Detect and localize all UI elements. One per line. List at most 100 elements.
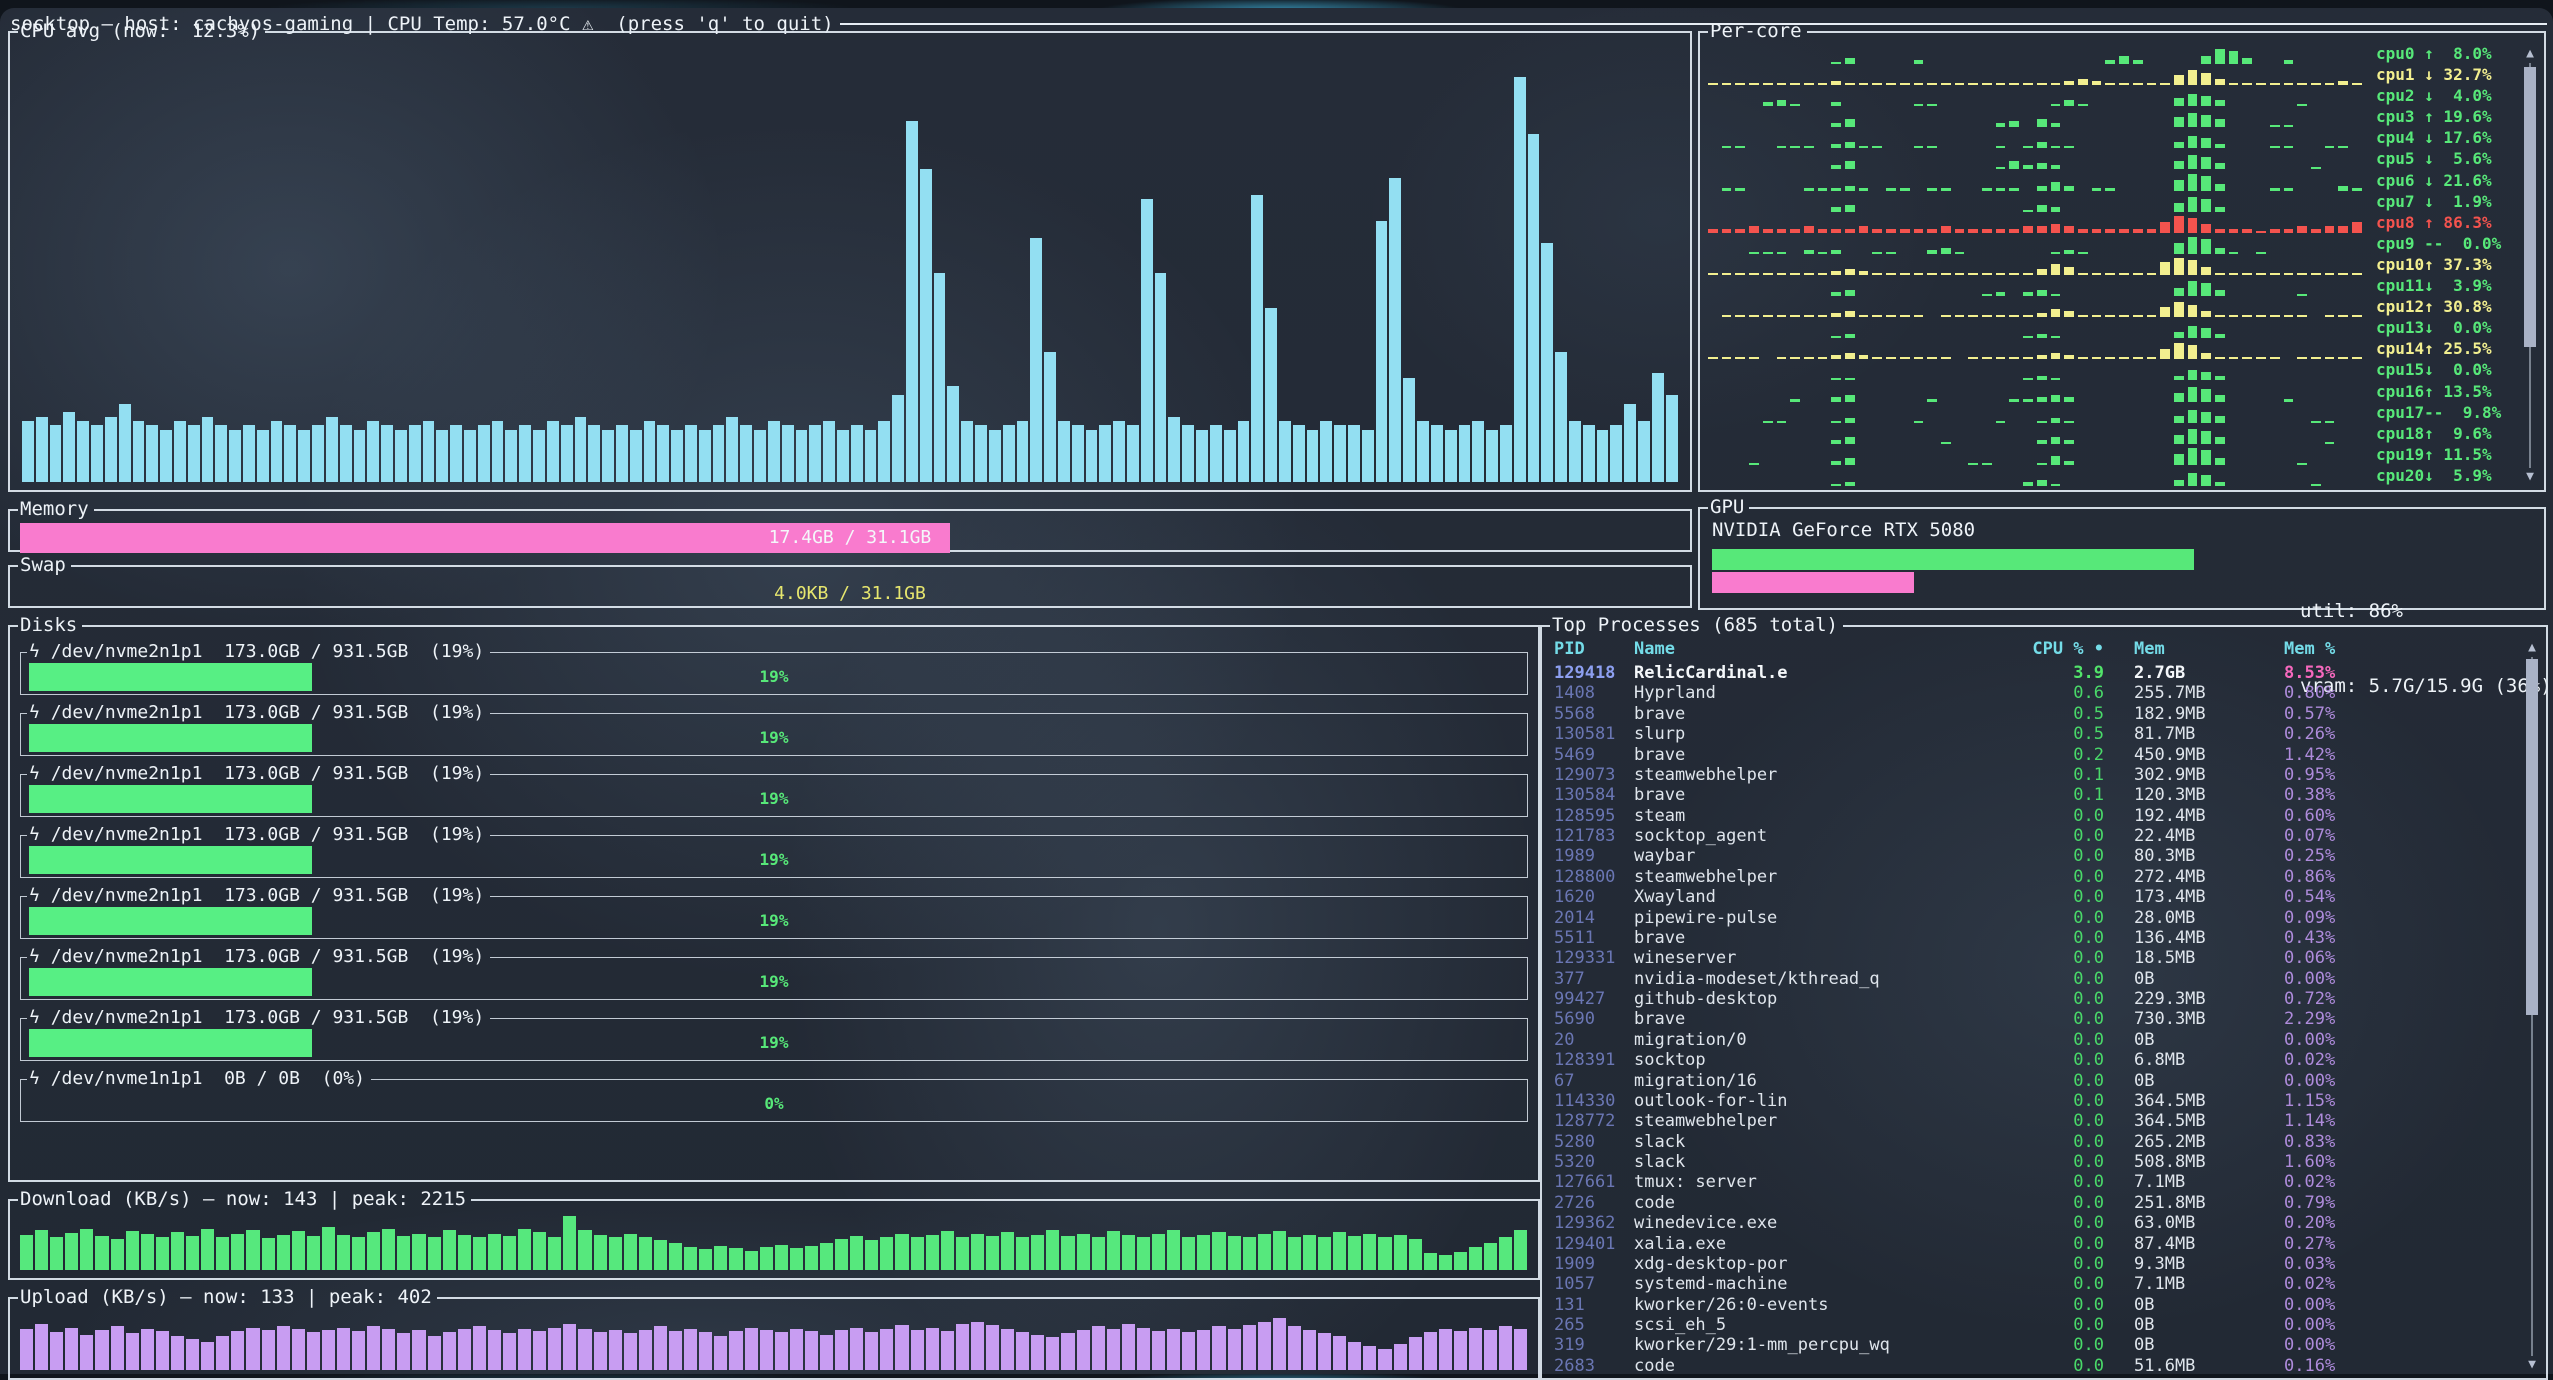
chart-bar	[473, 1326, 486, 1370]
chart-bar	[1394, 1344, 1407, 1370]
chart-bar	[1046, 1230, 1059, 1270]
process-row[interactable]: 1909xdg-desktop-por0.09.3MB0.03%	[1554, 1254, 2516, 1274]
chart-bar	[865, 1240, 878, 1270]
chart-bar	[1003, 425, 1015, 482]
process-row[interactable]: 5280slack0.0265.2MB0.83%	[1554, 1132, 2516, 1152]
chart-bar	[492, 421, 504, 482]
process-row[interactable]: 128800steamwebhelper0.0272.4MB0.86%	[1554, 867, 2516, 887]
chart-bar	[174, 421, 186, 482]
chart-bar	[141, 1329, 154, 1370]
process-row[interactable]: 129331wineserver0.018.5MB0.06%	[1554, 948, 2516, 968]
process-row[interactable]: 67migration/160.00B0.00%	[1554, 1071, 2516, 1091]
chart-bar	[340, 425, 352, 482]
process-row[interactable]: 129073steamwebhelper0.1302.9MB0.95%	[1554, 765, 2516, 785]
process-row[interactable]: 5568brave0.5182.9MB0.57%	[1554, 704, 2516, 724]
scroll-up-icon[interactable]: ▲	[2524, 641, 2540, 655]
chart-bar	[50, 1332, 63, 1370]
process-row[interactable]: 129401xalia.exe0.087.4MB0.27%	[1554, 1234, 2516, 1254]
chart-bar	[381, 425, 393, 482]
process-row[interactable]: 129362winedevice.exe0.063.0MB0.20%	[1554, 1213, 2516, 1233]
process-row[interactable]: 5690brave0.0730.3MB2.29%	[1554, 1009, 2516, 1029]
chart-bar	[63, 412, 75, 482]
process-mempct: 0.02%	[2254, 1050, 2384, 1070]
scroll-down-icon[interactable]: ▼	[2524, 1358, 2540, 1372]
core-row: cpu0 ↑ 8.0%	[1708, 43, 2504, 64]
process-row[interactable]: 121783socktop_agent0.022.4MB0.07%	[1554, 826, 2516, 846]
core-sparkline	[1708, 444, 2362, 465]
process-row[interactable]: 5511brave0.0136.4MB0.43%	[1554, 928, 2516, 948]
chart-bar	[1293, 425, 1305, 482]
process-row[interactable]: 5320slack0.0508.8MB1.60%	[1554, 1152, 2516, 1172]
chart-bar	[729, 1331, 742, 1370]
process-row[interactable]: 128595steam0.0192.4MB0.60%	[1554, 806, 2516, 826]
process-row[interactable]: 131kworker/26:0-events0.00B0.00%	[1554, 1295, 2516, 1315]
scrollbar-thumb[interactable]	[2526, 659, 2538, 1015]
process-row[interactable]: 114330outlook-for-lin0.0364.5MB1.15%	[1554, 1091, 2516, 1111]
process-row[interactable]: 1620Xwayland0.0173.4MB0.54%	[1554, 887, 2516, 907]
scroll-down-icon[interactable]: ▼	[2522, 470, 2538, 484]
chart-bar	[352, 1331, 365, 1370]
chart-bar	[956, 1324, 969, 1370]
disk-row: ϟ /dev/nvme2n1p1 173.0GB / 931.5GB (19%)…	[20, 887, 1528, 939]
process-row[interactable]: 5469brave0.2450.9MB1.42%	[1554, 745, 2516, 765]
gpu-panel-title: GPU	[1708, 498, 1749, 517]
chart-bar	[1469, 1247, 1482, 1270]
process-pid: 99427	[1554, 989, 1634, 1009]
chart-bar	[1569, 421, 1581, 482]
chart-bar	[458, 1235, 471, 1270]
process-pid: 129073	[1554, 765, 1634, 785]
process-row[interactable]: 1989waybar0.080.3MB0.25%	[1554, 846, 2516, 866]
process-row[interactable]: 319kworker/29:1-mm_percpu_wq0.00B0.00%	[1554, 1335, 2516, 1355]
process-row[interactable]: 127661tmux: server0.07.1MB0.02%	[1554, 1172, 2516, 1192]
process-row[interactable]: 265scsi_eh_50.00B0.00%	[1554, 1315, 2516, 1335]
process-pid: 5690	[1554, 1009, 1634, 1029]
process-row[interactable]: 20migration/00.00B0.00%	[1554, 1030, 2516, 1050]
column-header[interactable]: Mem	[2104, 639, 2254, 661]
process-mem: 182.9MB	[2104, 704, 2254, 724]
process-row[interactable]: 1057systemd-machine0.07.1MB0.02%	[1554, 1274, 2516, 1294]
process-row[interactable]: 128772steamwebhelper0.0364.5MB1.14%	[1554, 1111, 2516, 1131]
process-row[interactable]: 130584brave0.1120.3MB0.38%	[1554, 785, 2516, 805]
per-core-scrollbar[interactable]: ▲ ▼	[2522, 47, 2538, 484]
process-name: systemd-machine	[1634, 1274, 2014, 1294]
chart-bar	[823, 421, 835, 482]
process-mempct: 0.06%	[2254, 948, 2384, 968]
process-pid: 5568	[1554, 704, 1634, 724]
chart-bar	[1541, 243, 1553, 482]
chart-bar	[478, 425, 490, 482]
chart-bar	[146, 425, 158, 482]
process-mempct: 0.26%	[2254, 724, 2384, 744]
column-header[interactable]: Name	[1634, 639, 2014, 661]
chart-bar	[382, 1329, 395, 1370]
process-scrollbar[interactable]: ▲ ▼	[2524, 641, 2540, 1372]
process-row[interactable]: 2683code0.051.6MB0.16%	[1554, 1356, 2516, 1376]
chart-bar	[1196, 430, 1208, 482]
process-row[interactable]: 377nvidia-modeset/kthread_q0.00B0.00%	[1554, 969, 2516, 989]
column-header[interactable]: CPU % •	[2014, 639, 2104, 661]
scroll-up-icon[interactable]: ▲	[2522, 47, 2538, 61]
chart-bar	[337, 1328, 350, 1370]
chart-bar	[443, 1332, 456, 1370]
scrollbar-thumb[interactable]	[2524, 67, 2536, 347]
process-cpu: 0.0	[2014, 1009, 2104, 1029]
disk-gauge-label: 19%	[29, 1029, 1519, 1057]
chart-bar	[1555, 352, 1567, 483]
process-row[interactable]: 129418RelicCardinal.e3.92.7GB8.53%	[1554, 663, 2516, 683]
process-cpu: 0.0	[2014, 1213, 2104, 1233]
process-row[interactable]: 2014pipewire-pulse0.028.0MB0.09%	[1554, 908, 2516, 928]
process-row[interactable]: 128391socktop0.06.8MB0.02%	[1554, 1050, 2516, 1070]
core-sparkline	[1708, 402, 2362, 423]
chart-bar	[126, 1333, 139, 1370]
chart-bar	[292, 1329, 305, 1370]
process-row[interactable]: 1408Hyprland0.6255.7MB0.80%	[1554, 683, 2516, 703]
process-row[interactable]: 2726code0.0251.8MB0.79%	[1554, 1193, 2516, 1213]
chart-bar	[533, 430, 545, 482]
core-row: cpu10↑ 37.3%	[1708, 254, 2504, 275]
column-header[interactable]: Mem %	[2254, 639, 2384, 661]
core-row: cpu3 ↑ 19.6%	[1708, 106, 2504, 127]
chart-bar	[1077, 1330, 1090, 1370]
process-row[interactable]: 99427github-desktop0.0229.3MB0.72%	[1554, 989, 2516, 1009]
column-header[interactable]: PID	[1554, 639, 1634, 661]
process-row[interactable]: 130581slurp0.581.7MB0.26%	[1554, 724, 2516, 744]
chart-bar	[1431, 425, 1443, 482]
